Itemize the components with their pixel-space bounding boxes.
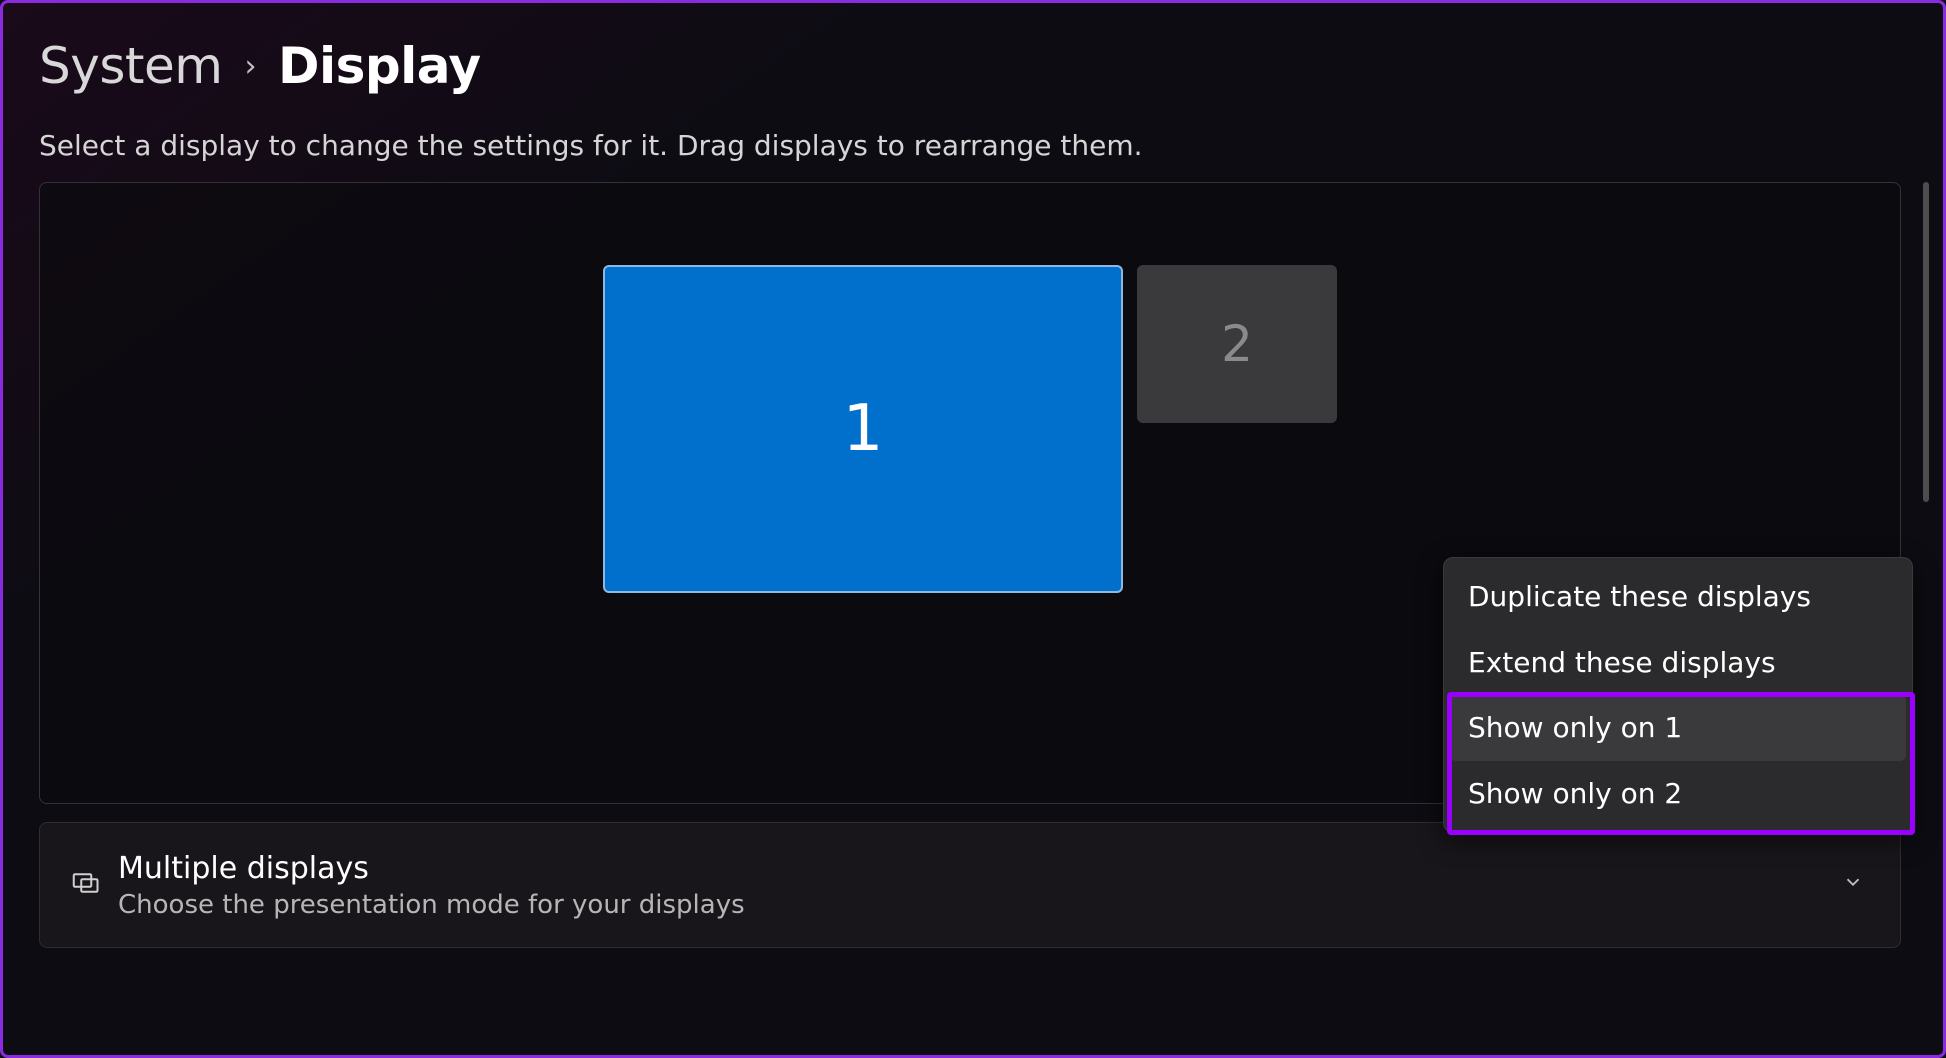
scrollbar[interactable]	[1923, 182, 1929, 502]
menu-item-show-only-2[interactable]: Show only on 2	[1450, 761, 1906, 827]
breadcrumb-parent[interactable]: System	[39, 37, 222, 95]
chevron-down-icon	[1842, 871, 1864, 899]
chevron-right-icon: ›	[244, 49, 256, 84]
instruction-text: Select a display to change the settings …	[39, 129, 1907, 162]
display-tile-2[interactable]: 2	[1137, 265, 1337, 423]
display-tile-1[interactable]: 1	[603, 265, 1123, 593]
multiple-displays-expander[interactable]: Multiple displays Choose the presentatio…	[39, 822, 1901, 948]
presentation-mode-menu: Duplicate these displays Extend these di…	[1443, 557, 1913, 833]
menu-item-extend[interactable]: Extend these displays	[1450, 630, 1906, 696]
menu-item-show-only-1[interactable]: Show only on 1	[1450, 695, 1906, 761]
menu-item-duplicate[interactable]: Duplicate these displays	[1450, 564, 1906, 630]
breadcrumb: System › Display	[39, 37, 1907, 95]
expander-subtitle: Choose the presentation mode for your di…	[118, 890, 1842, 920]
breadcrumb-current: Display	[278, 37, 481, 95]
expander-title: Multiple displays	[118, 851, 1842, 886]
displays-icon	[70, 868, 100, 902]
